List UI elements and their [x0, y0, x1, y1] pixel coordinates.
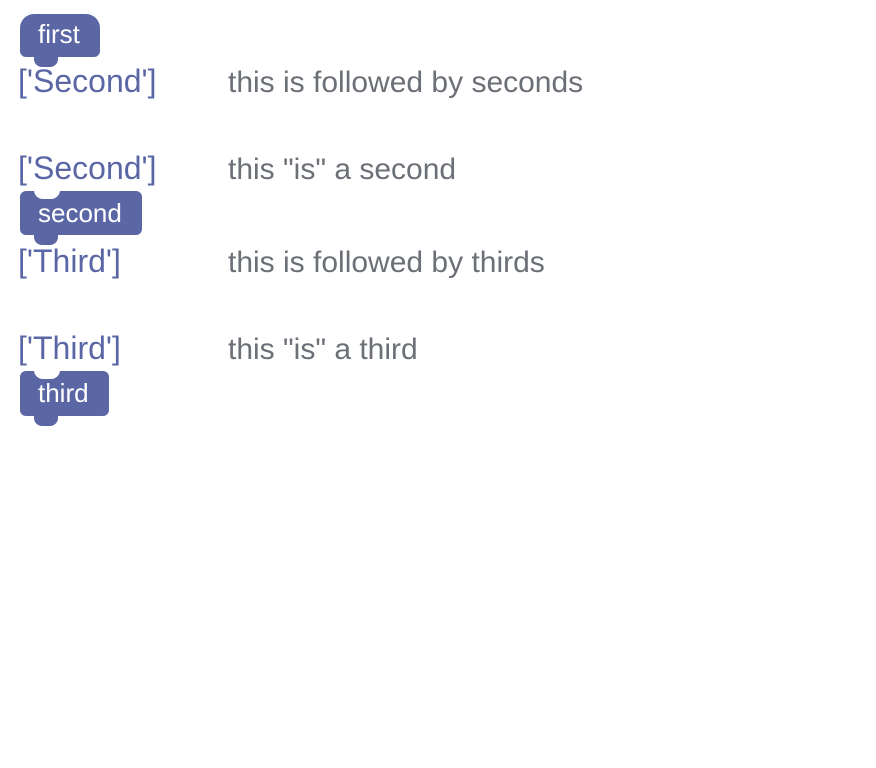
row-third-is: ['Third'] this "is" a third — [18, 330, 876, 367]
row-description: this "is" a second — [228, 153, 456, 187]
tag-label: ['Third'] — [18, 243, 228, 280]
row-description: this is followed by thirds — [228, 246, 545, 280]
block-first[interactable]: first — [20, 14, 100, 57]
row-third-followed: ['Third'] this is followed by thirds — [18, 243, 876, 280]
row-description: this "is" a third — [228, 333, 418, 367]
block-second[interactable]: second — [20, 191, 142, 236]
tag-label: ['Second'] — [18, 150, 228, 187]
tag-label: ['Third'] — [18, 330, 228, 367]
row-description: this is followed by seconds — [228, 66, 583, 100]
block-third[interactable]: third — [20, 371, 109, 416]
row-second-is: ['Second'] this "is" a second — [18, 150, 876, 187]
tag-label: ['Second'] — [18, 63, 228, 100]
row-second-followed: ['Second'] this is followed by seconds — [18, 63, 876, 100]
